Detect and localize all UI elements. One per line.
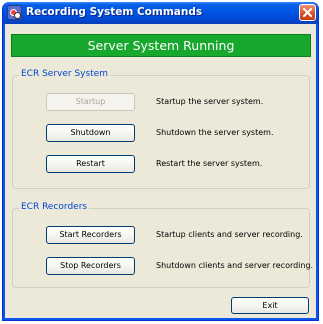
recording-commands-window: Recording System Commands Server System … (2, 2, 319, 321)
close-button[interactable] (299, 4, 316, 21)
app-icon-dot-white (14, 12, 21, 19)
startup-button[interactable]: Startup (46, 93, 135, 111)
stop-recorders-button[interactable]: Stop Recorders (46, 257, 135, 275)
status-banner: Server System Running (11, 34, 311, 57)
recording-app-icon (7, 5, 22, 20)
exit-button[interactable]: Exit (231, 297, 309, 314)
title-bar[interactable]: Recording System Commands (3, 2, 318, 24)
shutdown-button[interactable]: Shutdown (46, 124, 135, 142)
recorders-group: ECR Recorders Start Recorders Startup cl… (12, 202, 314, 288)
restart-description: Restart the server system. (156, 159, 263, 168)
server-system-group: ECR Server System Startup Startup the se… (12, 69, 310, 189)
start-recorders-button[interactable]: Start Recorders (46, 226, 135, 244)
server-system-group-title: ECR Server System (19, 69, 111, 79)
window-title: Recording System Commands (26, 6, 203, 18)
shutdown-description: Shutdown the server system. (156, 128, 274, 137)
close-icon (303, 8, 312, 17)
restart-button[interactable]: Restart (46, 155, 135, 173)
startup-description: Startup the server system. (156, 97, 264, 106)
stop-recorders-description: Shutdown clients and server recording. (156, 261, 314, 270)
start-recorders-description: Startup clients and server recording. (156, 230, 303, 239)
recorders-group-title: ECR Recorders (19, 202, 90, 212)
